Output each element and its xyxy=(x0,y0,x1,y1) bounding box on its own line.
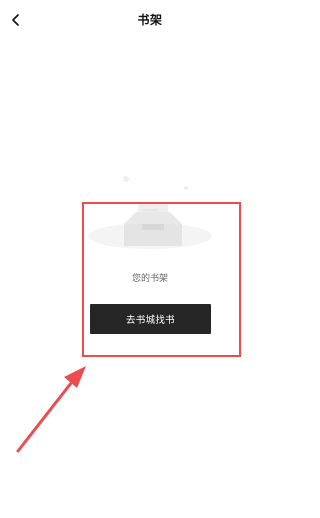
bookshelf-screen: 书架 您的书架 去书城找书 xyxy=(0,0,300,518)
empty-inbox-icon xyxy=(88,176,212,249)
nav-bar: 书架 xyxy=(0,0,300,40)
go-to-bookstore-button[interactable]: 去书城找书 xyxy=(90,304,211,334)
page-title: 书架 xyxy=(137,13,163,27)
empty-bookshelf-label: 您的书架 xyxy=(131,274,168,284)
